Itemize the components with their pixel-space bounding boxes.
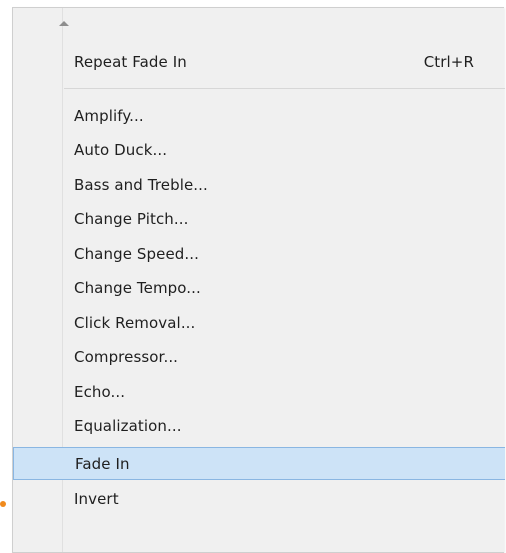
menu-item-label: Change Pitch... bbox=[74, 209, 189, 228]
effects-menu: Repeat Fade In Ctrl+R Amplify... Auto Du… bbox=[12, 7, 505, 553]
menu-item-label: Bass and Treble... bbox=[74, 175, 208, 194]
app-screen: Repeat Fade In Ctrl+R Amplify... Auto Du… bbox=[0, 0, 506, 553]
menu-item-change-pitch[interactable]: Change Pitch... bbox=[64, 202, 505, 235]
menu-item-label: Invert bbox=[74, 489, 119, 508]
menu-item-repeat-fade-in[interactable]: Repeat Fade In Ctrl+R bbox=[64, 45, 505, 78]
menu-item-label: Amplify... bbox=[74, 106, 144, 125]
menu-item-shortcut: Ctrl+R bbox=[423, 52, 474, 71]
menu-item-echo[interactable]: Echo... bbox=[64, 375, 505, 408]
menu-item-change-tempo[interactable]: Change Tempo... bbox=[64, 271, 505, 304]
scroll-up-icon[interactable] bbox=[59, 21, 69, 26]
menu-item-equalization[interactable]: Equalization... bbox=[64, 409, 505, 442]
menu-item-label: Change Tempo... bbox=[74, 278, 201, 297]
menu-item-label: Echo... bbox=[74, 382, 126, 401]
menu-item-auto-duck[interactable]: Auto Duck... bbox=[64, 133, 505, 166]
menu-item-label: Fade In bbox=[75, 454, 130, 473]
menu-item-label: Equalization... bbox=[74, 416, 182, 435]
menu-item-compressor[interactable]: Compressor... bbox=[64, 340, 505, 373]
menu-separator bbox=[64, 88, 505, 89]
cursor-marker bbox=[0, 501, 6, 507]
menu-item-fade-in[interactable]: Fade In bbox=[13, 447, 505, 480]
menu-item-label: Change Speed... bbox=[74, 244, 200, 263]
menu-item-click-removal[interactable]: Click Removal... bbox=[64, 306, 505, 339]
menu-item-change-speed[interactable]: Change Speed... bbox=[64, 237, 505, 270]
menu-item-label: Click Removal... bbox=[74, 313, 196, 332]
menu-item-bass-and-treble[interactable]: Bass and Treble... bbox=[64, 168, 505, 201]
menu-item-amplify[interactable]: Amplify... bbox=[64, 99, 505, 132]
menu-item-label: Auto Duck... bbox=[74, 140, 168, 159]
menu-item-label: Compressor... bbox=[74, 347, 179, 366]
menu-item-invert[interactable]: Invert bbox=[64, 482, 505, 515]
